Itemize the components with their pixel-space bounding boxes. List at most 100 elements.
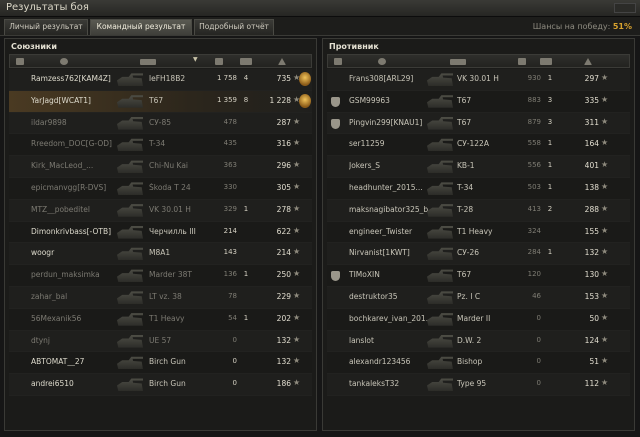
- table-row[interactable]: ildar9898 СУ-85 478 287 ★: [9, 112, 312, 135]
- player-name[interactable]: GSM99963: [349, 96, 441, 105]
- player-name[interactable]: Ramzess762[KAM4Z]: [31, 74, 123, 83]
- kills-icon[interactable]: [540, 58, 552, 65]
- table-row[interactable]: tankaleksT32 Type 95 0 112 ★: [327, 374, 630, 396]
- player-name[interactable]: lanslot: [349, 336, 441, 345]
- table-row[interactable]: lanslot D.W. 2 0 124 ★: [327, 330, 630, 353]
- tank-name: T1 Heavy: [457, 226, 493, 236]
- player-name[interactable]: zahar_bal: [31, 292, 123, 301]
- tab-personal-result[interactable]: Личный результат: [4, 19, 88, 35]
- tank-name: Bishop: [457, 357, 483, 367]
- star-icon: ★: [601, 334, 609, 344]
- player-name[interactable]: Pingvin299[KNAU1]: [349, 118, 441, 127]
- tab-detailed-report[interactable]: Подробный отчёт: [194, 19, 274, 35]
- kills-value: 1: [243, 270, 249, 279]
- table-row[interactable]: woogr M8A1 143 214 ★: [9, 243, 312, 266]
- table-row[interactable]: Nirvanist[1KWT] СУ-26 284 1 132 ★: [327, 243, 630, 266]
- kills-value: 3: [547, 95, 553, 104]
- table-row[interactable]: ser11259 СУ-122А 558 1 164 ★: [327, 134, 630, 157]
- tab-team-result[interactable]: Командный результат: [90, 19, 192, 35]
- table-row[interactable]: Dimonkrivbass[-OTB] Черчилль III 214 622 ★: [9, 221, 312, 244]
- player-name[interactable]: Dimonkrivbass[-OTB]: [31, 227, 123, 236]
- player-name[interactable]: MTZ__pobeditel: [31, 205, 123, 214]
- player-name[interactable]: ABTOMAT__27: [31, 357, 123, 366]
- player-name[interactable]: epicmanvgg[R-DVS]: [31, 183, 123, 192]
- table-row[interactable]: headhunter_2015... T-34 503 1 138 ★: [327, 177, 630, 200]
- player-name[interactable]: perdun_maksimka: [31, 270, 123, 279]
- star-icon: ★: [601, 203, 609, 213]
- player-name[interactable]: ser11259: [349, 139, 441, 148]
- xp-value: 401: [584, 161, 599, 171]
- damage-value: 879: [527, 117, 541, 126]
- player-name[interactable]: alexandr123456: [349, 357, 441, 366]
- player-name[interactable]: tankaleksT32: [349, 379, 441, 388]
- damage-value: 136: [223, 270, 237, 279]
- player-name[interactable]: dtynj: [31, 336, 123, 345]
- player-name[interactable]: YarJagd[WCAT1]: [31, 96, 123, 105]
- star-icon: ★: [601, 73, 609, 82]
- table-row[interactable]: perdun_maksimka Marder 38T 136 1 250 ★: [9, 265, 312, 287]
- allies-rows: Ramzess762[KAM4Z] leFH18B2 1 758 4 735 ★ YarJa…: [9, 69, 312, 396]
- table-row[interactable]: Rreedom_DOC[G-OD] T-34 435 316 ★: [9, 134, 312, 157]
- player-icon[interactable]: [60, 58, 68, 65]
- damage-value: 324: [527, 226, 541, 235]
- squad-icon[interactable]: [334, 58, 342, 65]
- player-name[interactable]: 56Mexanik56: [31, 314, 123, 323]
- table-row[interactable]: andrei6510 Birch Gun 0 186 ★: [9, 374, 312, 396]
- player-name[interactable]: Frans308[ARL29]: [349, 74, 441, 83]
- medal-icon[interactable]: [299, 93, 311, 108]
- xp-icon[interactable]: [584, 58, 592, 65]
- player-name[interactable]: engineer_Twister: [349, 227, 441, 236]
- player-icon[interactable]: [378, 58, 386, 65]
- player-name[interactable]: Rreedom_DOC[G-OD]: [31, 139, 123, 148]
- table-row[interactable]: engineer_Twister T1 Heavy 324 155 ★: [327, 221, 630, 244]
- player-name[interactable]: bochkarev_ivan_201...: [349, 314, 441, 323]
- table-row[interactable]: bochkarev_ivan_201... Marder II 0 50 ★: [327, 308, 630, 331]
- kills-value: 1: [547, 161, 553, 170]
- star-icon: ★: [293, 247, 301, 257]
- player-name[interactable]: Nirvanist[1KWT]: [349, 248, 441, 257]
- table-row[interactable]: 56Mexanik56 T1 Heavy 54 1 202 ★: [9, 308, 312, 331]
- star-icon: ★: [293, 160, 301, 170]
- table-row[interactable]: alexandr123456 Bishop 0 51 ★: [327, 352, 630, 375]
- table-row[interactable]: Ramzess762[KAM4Z] leFH18B2 1 758 4 735 ★: [9, 69, 312, 91]
- xp-value: 153: [584, 291, 599, 301]
- table-row[interactable]: epicmanvgg[R-DVS] Škoda T 24 330 305 ★: [9, 177, 312, 200]
- enemies-title: Противник: [329, 42, 379, 51]
- tank-name: Marder II: [457, 313, 491, 323]
- squad-icon[interactable]: [16, 58, 24, 65]
- player-name[interactable]: woogr: [31, 248, 123, 257]
- tank-icon[interactable]: [140, 59, 156, 65]
- table-row[interactable]: Kirk_MacLeod_... Chi-Nu Kai 363 296 ★: [9, 156, 312, 178]
- table-row[interactable]: YarJagd[WCAT1] T67 1 359 8 1 228 ★: [9, 90, 312, 113]
- table-row[interactable]: MTZ__pobeditel VK 30.01 H 329 1 278 ★: [9, 199, 312, 222]
- xp-value: 51: [589, 357, 599, 367]
- player-name[interactable]: TIMoXIN: [349, 270, 441, 279]
- table-row[interactable]: dtynj UE 57 0 132 ★: [9, 330, 312, 353]
- tank-name: Type 95: [457, 379, 487, 389]
- kills-icon[interactable]: [240, 58, 252, 65]
- xp-icon[interactable]: [278, 58, 286, 65]
- enemies-table-header: [327, 54, 630, 68]
- player-name[interactable]: Jokers_S: [349, 161, 441, 170]
- player-name[interactable]: maksnagibator325_b...: [349, 205, 441, 214]
- table-row[interactable]: Jokers_S KB-1 556 1 401 ★: [327, 156, 630, 178]
- player-name[interactable]: destruktor35: [349, 292, 441, 301]
- star-icon: ★: [601, 116, 609, 126]
- table-row[interactable]: TIMoXIN T67 120 130 ★: [327, 265, 630, 287]
- player-name[interactable]: headhunter_2015...: [349, 183, 441, 192]
- player-name[interactable]: Kirk_MacLeod_...: [31, 161, 123, 170]
- table-row[interactable]: GSM99963 T67 883 3 335 ★: [327, 90, 630, 113]
- table-row[interactable]: destruktor35 Pz. I C 46 153 ★: [327, 286, 630, 309]
- player-name[interactable]: andrei6510: [31, 379, 123, 388]
- damage-icon[interactable]: [518, 58, 526, 65]
- table-row[interactable]: Frans308[ARL29] VK 30.01 H 930 1 297 ★: [327, 69, 630, 91]
- player-name[interactable]: ildar9898: [31, 118, 123, 127]
- table-row[interactable]: Pingvin299[KNAU1] T67 879 3 311 ★: [327, 112, 630, 135]
- medal-icon[interactable]: [299, 72, 311, 86]
- table-row[interactable]: zahar_bal LT vz. 38 78 229 ★: [9, 286, 312, 309]
- window-controls[interactable]: [614, 3, 636, 13]
- damage-icon[interactable]: [215, 58, 223, 65]
- table-row[interactable]: maksnagibator325_b... T-28 413 2 288 ★: [327, 199, 630, 222]
- table-row[interactable]: ABTOMAT__27 Birch Gun 0 132 ★: [9, 352, 312, 375]
- tank-icon[interactable]: [450, 59, 466, 65]
